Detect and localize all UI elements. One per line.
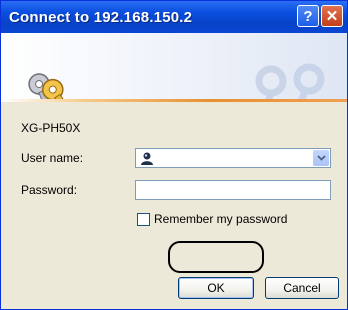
cancel-button[interactable]: Cancel <box>265 277 339 299</box>
password-field[interactable] <box>135 180 331 200</box>
ok-button-label: OK <box>207 281 225 295</box>
chevron-down-icon <box>316 155 326 161</box>
help-button[interactable]: ? <box>297 5 319 27</box>
password-label: Password: <box>21 183 78 197</box>
username-dropdown-button[interactable] <box>313 150 329 166</box>
user-icon <box>141 152 153 165</box>
banner <box>1 33 347 99</box>
remember-password-checkbox[interactable] <box>137 213 150 226</box>
keys-watermark-icon <box>255 63 325 99</box>
close-button[interactable]: ✕ <box>321 5 343 27</box>
ok-button[interactable]: OK <box>178 277 254 299</box>
keys-icon <box>28 73 75 99</box>
remember-password-label[interactable]: Remember my password <box>154 212 287 226</box>
help-icon: ? <box>303 7 313 25</box>
highlight-annotation <box>168 241 264 273</box>
window-title: Connect to 192.168.150.2 <box>9 9 193 26</box>
login-dialog: Connect to 192.168.150.2 ? ✕ XG-PH50X Us… <box>0 0 348 310</box>
username-combobox[interactable] <box>135 148 331 168</box>
title-bar[interactable]: Connect to 192.168.150.2 ? ✕ <box>1 1 347 33</box>
server-name: XG-PH50X <box>21 121 81 135</box>
cancel-button-label: Cancel <box>283 281 321 295</box>
username-label: User name: <box>21 151 84 165</box>
close-icon: ✕ <box>325 8 339 25</box>
